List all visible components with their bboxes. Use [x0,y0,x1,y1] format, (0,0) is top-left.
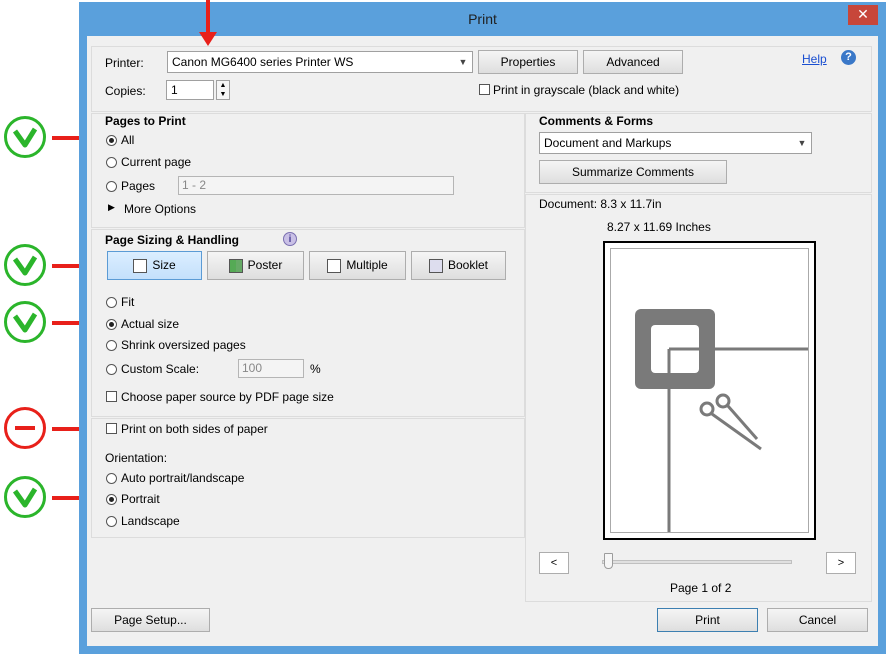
printer-select[interactable]: Canon MG6400 series Printer WS ▼ [167,51,473,73]
size-icon [133,258,148,273]
portrait-label: Portrait [121,492,160,506]
annotation-checkmark [4,244,46,286]
page-slider-track[interactable] [602,560,792,564]
pages-range-input[interactable]: 1 - 2 [178,176,454,195]
help-link[interactable]: Help [802,52,827,66]
custom-scale-radio[interactable] [106,364,117,375]
info-icon[interactable]: i [283,232,297,246]
shrink-radio[interactable] [106,340,117,351]
percent-label: % [310,362,321,376]
annotation-minus [4,407,46,449]
paper-source-checkbox[interactable] [106,391,117,402]
current-page-radio[interactable] [106,157,117,168]
shrink-label: Shrink oversized pages [121,338,246,352]
comments-value: Document and Markups [544,136,672,150]
next-page-button[interactable]: > [826,552,856,574]
tab-size[interactable]: Size [107,251,202,280]
help-icon[interactable]: ? [841,50,856,65]
orientation-heading: Orientation: [105,451,168,465]
annotation-arrow-top-head [199,32,217,46]
auto-orientation-radio[interactable] [106,473,117,484]
duplex-label: Print on both sides of paper [121,422,268,436]
tab-size-label: Size [152,258,176,272]
close-button[interactable]: ✕ [848,5,878,25]
previous-page-button[interactable]: < [539,552,569,574]
grayscale-checkbox[interactable] [479,84,490,95]
tab-poster[interactable]: Poster [207,251,304,280]
booklet-icon [428,258,443,273]
pages-range-radio[interactable] [106,181,117,192]
custom-scale-input[interactable]: 100 [238,359,304,378]
more-options-link[interactable]: More Options [124,202,196,216]
print-button[interactable]: Print [657,608,758,632]
advanced-button[interactable]: Advanced [583,50,683,74]
printer-value: Canon MG6400 series Printer WS [172,55,354,69]
page-sizing-heading: Page Sizing & Handling [105,233,240,247]
poster-icon [228,258,243,273]
properties-button[interactable]: Properties [478,50,578,74]
comments-select[interactable]: Document and Markups ▼ [539,132,812,154]
current-page-label: Current page [121,155,192,169]
portrait-radio[interactable] [106,494,117,505]
auto-orientation-label: Auto portrait/landscape [121,471,245,485]
comments-forms-heading: Comments & Forms [539,114,654,128]
expand-triangle-icon[interactable]: ▶ [108,202,115,213]
copies-label: Copies: [105,84,146,98]
chevron-down-icon: ▼ [797,138,807,148]
tab-booklet[interactable]: Booklet [411,251,506,280]
window-title: Print [468,11,497,27]
cancel-button[interactable]: Cancel [767,608,868,632]
summarize-comments-button[interactable]: Summarize Comments [539,160,727,184]
tab-booklet-label: Booklet [447,258,489,272]
printer-label: Printer: [105,56,144,70]
tab-multiple-label: Multiple [346,258,388,272]
title-bar[interactable]: Print ✕ [79,2,886,36]
copies-stepper[interactable]: ▲ ▼ [216,80,230,100]
all-pages-label: All [121,133,135,147]
duplex-checkbox[interactable] [106,423,117,434]
fit-radio[interactable] [106,297,117,308]
multiple-icon [327,258,342,273]
page-preview-drawing [635,309,811,532]
annotation-checkmark [4,301,46,343]
document-size-label: Document: 8.3 x 11.7in [539,197,662,211]
custom-scale-label: Custom Scale: [121,362,200,376]
page-preview [603,241,816,540]
page-setup-button[interactable]: Page Setup... [91,608,210,632]
dialog-client: Printer: Canon MG6400 series Printer WS … [87,36,878,646]
actual-size-radio[interactable] [106,319,117,330]
paper-source-label: Choose paper source by PDF page size [121,390,334,404]
fit-label: Fit [121,295,135,309]
page-slider-thumb[interactable] [604,553,613,569]
actual-size-label: Actual size [121,317,180,331]
copies-value: 1 [171,83,178,97]
page-indicator: Page 1 of 2 [670,581,732,595]
chevron-down-icon: ▼ [458,57,468,67]
all-pages-radio[interactable] [106,135,117,146]
pages-to-print-heading: Pages to Print [105,114,186,128]
pages-range-label: Pages [121,179,156,193]
annotation-arrow-top [206,0,210,34]
landscape-radio[interactable] [106,516,117,527]
landscape-label: Landscape [121,514,180,528]
grayscale-label: Print in grayscale (black and white) [493,83,680,97]
tab-multiple[interactable]: Multiple [309,251,406,280]
annotation-checkmark [4,476,46,518]
page-size-label: 8.27 x 11.69 Inches [607,220,711,234]
annotation-checkmark [4,116,46,158]
print-dialog: Print ✕ Printer: Canon MG6400 series Pri… [79,2,886,654]
tab-poster-label: Poster [247,258,283,272]
page-preview-sheet [610,248,811,533]
copies-input[interactable]: 1 [166,80,214,100]
